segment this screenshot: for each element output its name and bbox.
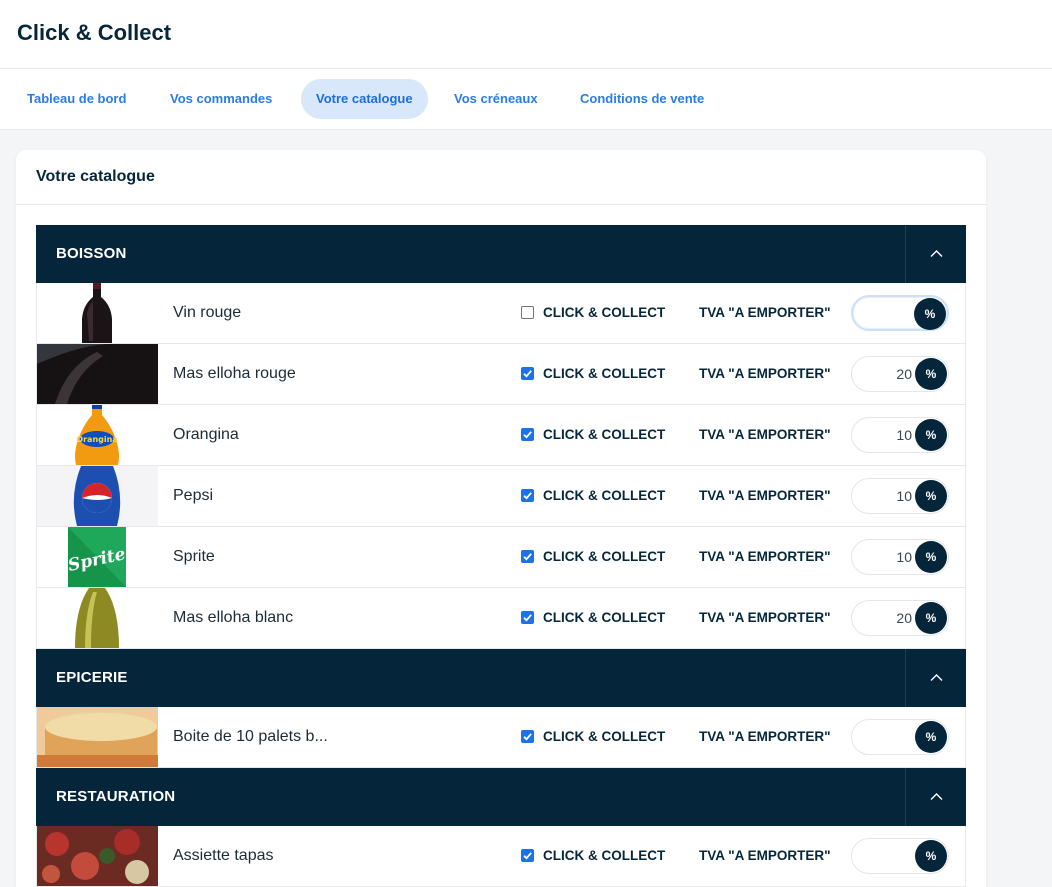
click-collect-checkbox[interactable] — [521, 489, 534, 502]
product-image-red-wine-bottle-closeup — [37, 344, 158, 404]
product-image-orangina-bottle: Orangina — [37, 405, 158, 465]
product-name: Vin rouge — [173, 304, 242, 321]
tva-field: % — [851, 356, 949, 392]
tab-tableau-de-bord[interactable]: Tableau de bord — [12, 79, 141, 119]
tva-label: TVA "A EMPORTER" — [699, 610, 831, 625]
tva-field: % — [851, 295, 949, 331]
product-name: Mas elloha blanc — [173, 609, 294, 626]
category-header: EPICERIE — [36, 649, 966, 707]
product-row: Vin rouge CLICK & COLLECT TVA "A EMPORTER"… — [36, 283, 966, 344]
product-name: Boite de 10 palets b... — [173, 728, 328, 745]
product-row: Mas elloha rouge CLICK & COLLECT TVA "A EM… — [36, 344, 966, 405]
product-name: Orangina — [173, 426, 239, 443]
click-collect-checkbox[interactable] — [521, 550, 534, 563]
category-collapse-button[interactable] — [905, 768, 966, 826]
tab-vos-commandes[interactable]: Vos commandes — [155, 79, 287, 119]
tva-field: % — [851, 417, 949, 453]
category-collapse-button[interactable] — [905, 225, 966, 283]
percent-button[interactable]: % — [915, 721, 947, 753]
product-name: Mas elloha rouge — [173, 365, 296, 382]
click-collect-checkbox[interactable] — [521, 730, 534, 743]
tab-bar: Tableau de bord Vos commandes Votre cata… — [0, 69, 1052, 130]
tab-vos-creneaux[interactable]: Vos créneaux — [439, 79, 553, 119]
top-bar: Click & Collect — [0, 0, 1052, 69]
card-title: Votre catalogue — [36, 168, 155, 185]
product-image-butter-biscuit — [37, 707, 158, 767]
tva-input[interactable] — [858, 722, 912, 752]
tva-input[interactable] — [858, 420, 912, 450]
tva-field: % — [851, 539, 949, 575]
percent-button[interactable]: % — [915, 541, 947, 573]
category-name: BOISSON — [56, 245, 127, 262]
tva-input[interactable] — [858, 481, 912, 511]
product-row: Pepsi CLICK & COLLECT TVA "A EMPORTER"% — [36, 466, 966, 527]
tva-field: % — [851, 478, 949, 514]
category-name: EPICERIE — [56, 669, 128, 686]
catalog-list: BOISSON Vin rouge CLICK & COLLECT TVA "A EM… — [36, 225, 966, 887]
click-collect-label: CLICK & COLLECT — [543, 729, 666, 744]
click-collect-label: CLICK & COLLECT — [543, 427, 666, 442]
percent-button[interactable]: % — [915, 602, 947, 634]
tva-label: TVA "A EMPORTER" — [699, 366, 831, 381]
tva-label: TVA "A EMPORTER" — [699, 488, 831, 503]
tva-input[interactable] — [858, 542, 912, 572]
category-header: BOISSON — [36, 225, 966, 283]
percent-button[interactable]: % — [915, 419, 947, 451]
click-collect-checkbox[interactable] — [521, 306, 534, 319]
tva-label: TVA "A EMPORTER" — [699, 848, 831, 863]
app-title: Click & Collect — [17, 20, 172, 45]
product-image-sprite-can: Sprite — [37, 527, 158, 587]
click-collect-checkbox[interactable] — [521, 428, 534, 441]
product-image-red-wine-bottle — [37, 283, 158, 343]
tab-conditions-de-vente[interactable]: Conditions de vente — [565, 79, 719, 119]
click-collect-checkbox[interactable] — [521, 611, 534, 624]
product-row: Sprite Sprite CLICK & COLLECT TVA "A EMPORT… — [36, 527, 966, 588]
percent-button[interactable]: % — [914, 298, 946, 330]
tva-label: TVA "A EMPORTER" — [699, 427, 831, 442]
percent-button[interactable]: % — [915, 358, 947, 390]
click-collect-label: CLICK & COLLECT — [543, 366, 666, 381]
tva-input[interactable] — [858, 841, 912, 871]
product-row: Mas elloha blanc CLICK & COLLECT TVA "A EM… — [36, 588, 966, 649]
product-row: Boite de 10 palets b... CLICK & COLLECT TV… — [36, 707, 966, 768]
click-collect-checkbox[interactable] — [521, 849, 534, 862]
tva-field: % — [851, 838, 949, 874]
category-collapse-button[interactable] — [905, 649, 966, 707]
product-image-pepsi-bottle — [37, 466, 158, 526]
product-image-white-wine-bottle — [37, 588, 158, 648]
category-name: RESTAURATION — [56, 788, 176, 805]
product-row: Assiette tapas CLICK & COLLECT TVA "A EMPO… — [36, 826, 966, 887]
click-collect-label: CLICK & COLLECT — [543, 848, 666, 863]
percent-button[interactable]: % — [915, 840, 947, 872]
percent-button[interactable]: % — [915, 480, 947, 512]
tva-label: TVA "A EMPORTER" — [699, 549, 831, 564]
tva-label: TVA "A EMPORTER" — [699, 305, 831, 320]
svg-text:Orangina: Orangina — [76, 435, 117, 444]
click-collect-label: CLICK & COLLECT — [543, 610, 666, 625]
tva-label: TVA "A EMPORTER" — [699, 729, 831, 744]
click-collect-label: CLICK & COLLECT — [543, 305, 666, 320]
tva-field: % — [851, 600, 949, 636]
tva-input[interactable] — [858, 359, 912, 389]
click-collect-label: CLICK & COLLECT — [543, 488, 666, 503]
click-collect-label: CLICK & COLLECT — [543, 549, 666, 564]
tva-input[interactable] — [859, 299, 913, 329]
tva-field: % — [851, 719, 949, 755]
product-image-tapas-plate — [37, 826, 158, 886]
category-header: RESTAURATION — [36, 768, 966, 826]
product-name: Sprite — [173, 548, 215, 565]
product-name: Assiette tapas — [173, 847, 274, 864]
product-name: Pepsi — [173, 487, 214, 504]
product-row: Orangina Orangina CLICK & COLLECT TVA "A EM… — [36, 405, 966, 466]
tva-input[interactable] — [858, 603, 912, 633]
click-collect-checkbox[interactable] — [521, 367, 534, 380]
card-divider — [16, 204, 986, 205]
tab-votre-catalogue[interactable]: Votre catalogue — [301, 79, 428, 119]
